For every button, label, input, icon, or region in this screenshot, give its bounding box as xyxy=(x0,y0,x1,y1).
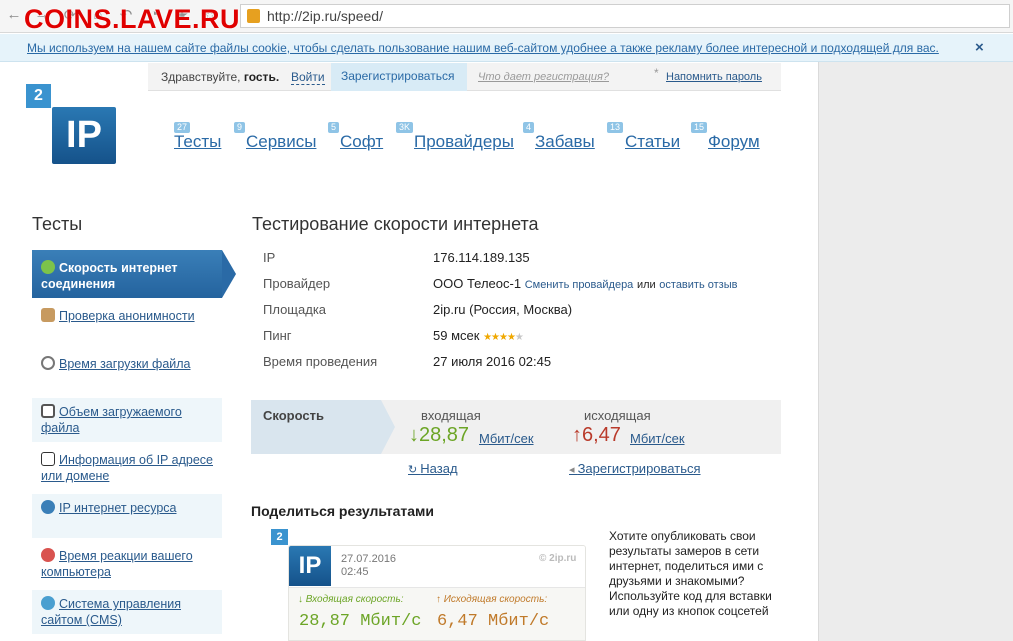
user-bar: Здравствуйте, гость. Войти Зарегистриров… xyxy=(148,63,781,91)
sidebar-item-anonymity[interactable]: Проверка анонимности xyxy=(32,302,222,346)
cms-icon xyxy=(41,596,55,610)
speed-label: Скорость xyxy=(263,408,324,423)
register-tab[interactable]: Зарегистрироваться xyxy=(331,63,467,91)
ping-value: 59 мсек ★★★★★ xyxy=(433,328,524,343)
sidebar-item-download-time[interactable]: Время загрузки файла xyxy=(32,350,222,394)
share-card-logo: IP xyxy=(289,546,331,586)
sidebar-list: Скорость интернет соединения Проверка ан… xyxy=(32,250,236,638)
share-title: Поделиться результатами xyxy=(251,503,434,519)
share-incoming-value: 28,87 Мбит/с xyxy=(299,612,422,631)
share-site: © 2ip.ru xyxy=(539,553,577,564)
info-table: IP 176.114.189.135 Провайдер ООО Телеос-… xyxy=(263,250,783,380)
info-row-ip: IP 176.114.189.135 xyxy=(263,250,783,276)
share-outgoing-label: ↑ Исходящая скорость: xyxy=(436,594,548,605)
nav-badge: 9 xyxy=(234,122,246,133)
cookie-text-link[interactable]: Мы используем на нашем сайте файлы cooki… xyxy=(27,41,939,55)
logo-2-badge: 2 xyxy=(26,84,51,108)
info-row-time: Время проведения 27 июля 2016 02:45 xyxy=(263,354,783,380)
incoming-label: входящая xyxy=(421,408,481,423)
pointer-icon: ◂ xyxy=(569,464,578,476)
asterisk-icon: * xyxy=(654,66,659,80)
clock-icon xyxy=(41,356,55,370)
speed-label-tab: Скорость xyxy=(251,400,395,454)
info-row-ping: Пинг 59 мсек ★★★★★ xyxy=(263,328,783,354)
sidebar-item-file-size[interactable]: Объем загружаемого файла xyxy=(32,398,222,442)
share-date: 27.07.2016 02:45 xyxy=(341,553,397,578)
share-logo-badge: 2 xyxy=(271,529,288,545)
info-label: Площадка xyxy=(263,302,327,317)
cookie-notice: Мы используем на нашем сайте файлы cooki… xyxy=(0,34,1013,62)
nav-badge: 5 xyxy=(328,122,340,133)
share-result-card[interactable]: IP 27.07.2016 02:45 © 2ip.ru ↓ Входящая с… xyxy=(288,545,586,641)
sidebar-title: Тесты xyxy=(32,214,83,234)
address-bar[interactable]: http://2ip.ru/speed/ xyxy=(240,4,1010,28)
nav-forum[interactable]: 15 Форум xyxy=(691,122,760,152)
share-description: Хотите опубликовать свои результаты заме… xyxy=(609,529,772,618)
site-logo[interactable]: IP xyxy=(52,107,116,164)
nav-fun[interactable]: 4 Забавы xyxy=(523,122,595,152)
nav-badge: 15 xyxy=(691,122,708,133)
share-incoming-label: ↓ Входящая скорость: xyxy=(298,594,404,605)
remind-password-link[interactable]: Напомнить пароль xyxy=(666,71,762,83)
change-provider-link[interactable]: Сменить провайдера xyxy=(525,279,634,291)
nav-badge: 27 xyxy=(174,122,191,133)
register-link[interactable]: ◂ Зарегистрироваться xyxy=(569,461,701,476)
close-icon[interactable]: × xyxy=(975,39,984,56)
greeting: Здравствуйте, гость. xyxy=(161,70,280,84)
main-nav: 27 Тесты 9 Сервисы 5 Софт 3K Провайдеры 4 Заб… xyxy=(156,122,776,162)
share-card-header: IP 27.07.2016 02:45 © 2ip.ru xyxy=(289,546,585,588)
login-link[interactable]: Войти xyxy=(291,70,325,85)
reaction-icon xyxy=(41,548,55,562)
url-text: http://2ip.ru/speed/ xyxy=(267,8,383,24)
back-arrow-icon: ↻ xyxy=(408,464,421,476)
ip-resource-icon xyxy=(41,500,55,514)
share-outgoing-value: 6,47 Мбит/с xyxy=(437,612,550,631)
nav-articles[interactable]: 13 Статьи xyxy=(607,122,680,152)
incoming-unit-link[interactable]: Мбит/сек xyxy=(479,431,534,446)
nav-badge: 13 xyxy=(607,122,624,133)
lock-icon xyxy=(247,9,260,23)
info-label: Время проведения xyxy=(263,354,378,369)
ip-info-icon xyxy=(41,452,55,466)
info-row-provider: Провайдер ООО Телеос-1 Сменить провайдер… xyxy=(263,276,783,302)
nav-soft[interactable]: 5 Софт xyxy=(328,122,383,152)
incoming-speed-value: ↓28,87 xyxy=(409,424,470,446)
info-row-site: Площадка 2ip.ru (Россия, Москва) xyxy=(263,302,783,328)
outgoing-speed-value: ↑6,47 xyxy=(572,424,621,446)
leave-review-link[interactable]: оставить отзыв xyxy=(659,279,737,291)
back-link[interactable]: ↻ Назад xyxy=(408,461,458,476)
why-register-link[interactable]: Что дает регистрация? xyxy=(478,71,609,83)
right-gray-area xyxy=(818,62,1013,641)
ip-value: 176.114.189.135 xyxy=(433,250,530,265)
page-title: Тестирование скорости интернета xyxy=(252,214,539,234)
nav-providers[interactable]: 3K Провайдеры xyxy=(396,122,514,152)
speed-icon xyxy=(41,260,55,274)
back-icon[interactable]: ← xyxy=(4,6,24,24)
rating-stars-icon: ★★★★★ xyxy=(483,332,524,343)
speed-result-box: Скорость входящая исходящая ↓28,87 ↑6,47… xyxy=(251,400,781,454)
file-size-icon xyxy=(41,404,55,418)
sidebar-item-speed[interactable]: Скорость интернет соединения xyxy=(32,250,236,298)
info-label: Провайдер xyxy=(263,276,331,291)
anonymity-icon xyxy=(41,308,55,322)
sidebar-item-cms[interactable]: Система управления сайтом (CMS) xyxy=(32,590,222,634)
sidebar-item-ip-resource[interactable]: IP интернет ресурса xyxy=(32,494,222,538)
sidebar-item-ip-info[interactable]: Информация об IP адресе или домене xyxy=(32,446,222,490)
sidebar-item-reaction[interactable]: Время реакции вашего компьютера xyxy=(32,542,222,586)
nav-tests[interactable]: 27 Тесты xyxy=(174,122,221,152)
nav-services[interactable]: 9 Сервисы xyxy=(234,122,316,152)
info-label: IP xyxy=(263,250,276,265)
info-label: Пинг xyxy=(263,328,292,343)
provider-value: ООО Телеос-1 Сменить провайдера или оста… xyxy=(433,276,738,291)
arrow-up-icon: ↑ xyxy=(572,424,582,446)
outgoing-unit-link[interactable]: Мбит/сек xyxy=(630,431,685,446)
time-value: 27 июля 2016 02:45 xyxy=(433,354,552,369)
arrow-down-icon: ↓ xyxy=(409,424,419,446)
site-value: 2ip.ru (Россия, Москва) xyxy=(433,302,573,317)
nav-badge: 4 xyxy=(523,122,535,133)
nav-badge: 3K xyxy=(396,122,414,133)
outgoing-label: исходящая xyxy=(584,408,651,423)
watermark-text: COINS.LAVE.RU xyxy=(24,4,241,34)
